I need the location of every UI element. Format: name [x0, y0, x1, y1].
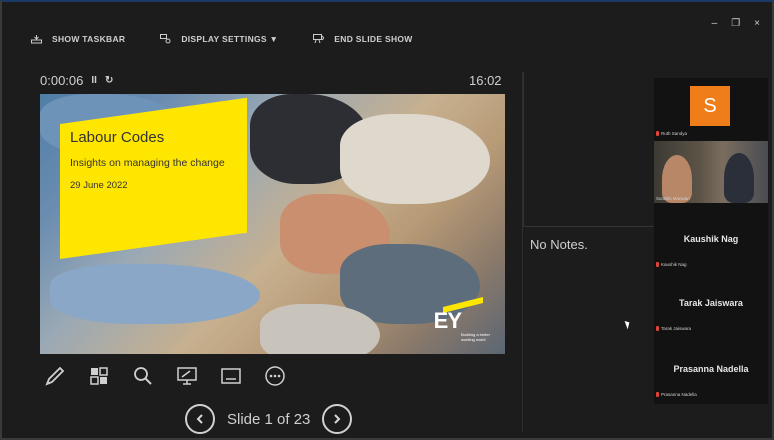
end-slide-show-label: END SLIDE SHOW: [334, 34, 413, 44]
chevron-left-icon: [196, 414, 203, 424]
close-button[interactable]: ×: [754, 18, 760, 29]
participant-name: Tarak Jaiswara: [656, 326, 691, 331]
mic-muted-icon: [656, 131, 659, 136]
show-taskbar-label: SHOW TASKBAR: [52, 34, 126, 44]
participant-name: Kaushik Nag: [656, 262, 687, 267]
current-slide[interactable]: Labour Codes Insights on managing the ch…: [40, 94, 505, 354]
participant-tile[interactable]: Tarak Jaiswara Tarak Jaiswara: [654, 270, 768, 334]
participant-tile[interactable]: Kaushik Nag Kaushik Nag: [654, 206, 768, 268]
minimize-button[interactable]: –: [712, 18, 718, 29]
timer: 0:00:06 II ↻: [40, 73, 113, 88]
participant-name-text: Ruth Sandya: [661, 131, 688, 136]
participant-name-text: Surabhi Manwan: [656, 196, 690, 201]
slide-navigation: Slide 1 of 23: [185, 404, 353, 434]
zoom-icon[interactable]: [130, 363, 156, 389]
slide-sorter-icon[interactable]: [86, 363, 112, 389]
display-settings-button[interactable]: DISPLAY SETTINGS ▼: [159, 34, 278, 44]
participant-tile[interactable]: Prasanna Nadella Prasanna Nadella: [654, 336, 768, 402]
participant-name: Surabhi Manwan: [656, 196, 690, 201]
more-icon[interactable]: [262, 363, 288, 389]
pen-icon[interactable]: [42, 363, 68, 389]
participant-name-text: Prasanna Nadella: [661, 392, 697, 397]
previous-slide-button[interactable]: [185, 404, 215, 434]
display-settings-icon: [159, 34, 171, 44]
slide-counter[interactable]: Slide 1 of 23: [227, 411, 310, 428]
video-person: [724, 153, 754, 203]
participant-name: Prasanna Nadella: [656, 392, 697, 397]
slide-subtitle: Insights on managing the change: [70, 156, 225, 169]
end-slide-show-icon: [312, 34, 324, 44]
presenter-toolbar: SHOW TASKBAR DISPLAY SETTINGS ▼ END SLID…: [30, 30, 413, 48]
participant-name: Ruth Sandya: [656, 131, 687, 136]
subtitles-icon[interactable]: [218, 363, 244, 389]
mic-muted-icon: [656, 262, 659, 267]
pointer-icon[interactable]: [174, 363, 200, 389]
participant-tile[interactable]: S Ruth Sandya: [654, 78, 768, 140]
slide-title-card: Labour Codes Insights on managing the ch…: [60, 97, 247, 259]
pause-timer-button[interactable]: II: [91, 75, 97, 86]
ey-tagline: Building a better working world: [461, 332, 490, 342]
participant-avatar: S: [690, 86, 730, 126]
elapsed-time: 0:00:06: [40, 73, 84, 88]
end-slide-show-button[interactable]: END SLIDE SHOW: [312, 34, 412, 44]
meeting-participants-panel: S Ruth Sandya Surabhi Manwan Kaushik Nag…: [654, 78, 768, 404]
show-taskbar-button[interactable]: SHOW TASKBAR: [30, 34, 125, 44]
restore-button[interactable]: ❐: [731, 18, 740, 29]
mic-muted-icon: [656, 392, 659, 397]
slide-title: Labour Codes: [70, 128, 165, 146]
slide-photo-hand: [340, 114, 490, 204]
display-settings-label: DISPLAY SETTINGS ▼: [181, 34, 279, 44]
ey-logo: EY: [433, 308, 462, 333]
slide-photo-hand: [50, 264, 260, 324]
participant-display-name: Prasanna Nadella: [673, 364, 749, 374]
next-slide-button[interactable]: [322, 404, 353, 434]
window-controls: – ❐ ×: [712, 18, 760, 29]
slide-date: 29 June 2022: [70, 179, 128, 191]
participant-video[interactable]: Surabhi Manwan: [654, 141, 768, 203]
reset-timer-button[interactable]: ↻: [105, 75, 113, 86]
mic-muted-icon: [656, 326, 659, 331]
participant-display-name: Kaushik Nag: [683, 234, 739, 244]
participant-name-text: Tarak Jaiswara: [661, 326, 692, 331]
chevron-right-icon: [334, 414, 341, 424]
current-time: 16:02: [469, 73, 502, 88]
slide-tools: [42, 363, 288, 389]
participant-display-name: Tarak Jaiswara: [679, 298, 743, 308]
participant-name-text: Kaushik Nag: [661, 262, 687, 267]
speaker-notes: No Notes.: [530, 237, 588, 252]
taskbar-icon: [30, 34, 42, 44]
